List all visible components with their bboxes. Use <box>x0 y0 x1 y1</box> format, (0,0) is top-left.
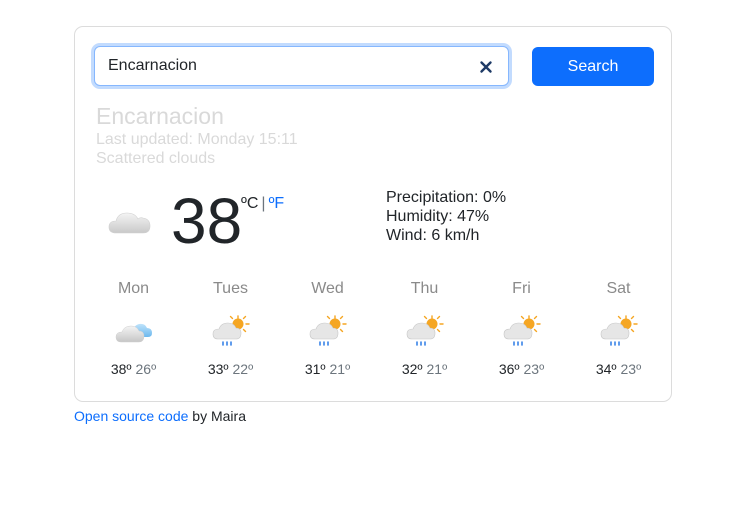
current-temperature: 38 <box>171 185 243 257</box>
search-button[interactable]: Search <box>532 47 654 86</box>
celsius-unit: ºC <box>241 195 259 212</box>
fahrenheit-link[interactable]: ºF <box>269 195 285 212</box>
rain-sun-icon <box>212 315 250 346</box>
forecast-day: Thu 32º 21º <box>376 280 473 377</box>
forecast-day: Fri 36º 23º <box>473 280 570 377</box>
scattered-clouds-icon <box>108 212 151 234</box>
forecast-max: 34º <box>595 361 617 377</box>
forecast-temps: 33º 22º <box>182 361 279 377</box>
forecast-max: 32º <box>401 361 423 377</box>
city-name: Encarnacion <box>96 103 224 129</box>
forecast-temps: 36º 23º <box>473 361 570 377</box>
rain-sun-icon <box>309 315 347 346</box>
unit-toggle: ºC | ºF <box>241 195 284 213</box>
forecast-max: 31º <box>304 361 326 377</box>
author-credit: by Maira <box>188 408 246 424</box>
forecast-day: Tues 33º 22º <box>182 280 279 377</box>
footer: Open source code by Maira <box>74 408 246 424</box>
forecast-day: Sat 34º 23º <box>570 280 667 377</box>
forecast-min: 21º <box>426 361 448 377</box>
forecast-min: 23º <box>523 361 545 377</box>
precipitation-text: Precipitation: 0% <box>386 189 507 206</box>
last-updated-text: Last updated: Monday 15:11 <box>96 131 298 148</box>
humidity-text: Humidity: 47% <box>386 208 490 225</box>
rain-sun-icon <box>406 315 444 346</box>
rain-sun-icon <box>600 315 638 346</box>
forecast-min: 22º <box>232 361 254 377</box>
forecast-temps: 31º 21º <box>279 361 376 377</box>
forecast-day-name: Tues <box>213 280 248 297</box>
forecast-min: 21º <box>329 361 351 377</box>
forecast-max: 33º <box>207 361 229 377</box>
city-search-input[interactable] <box>94 46 509 86</box>
open-source-link[interactable]: Open source code <box>74 408 188 424</box>
forecast-row: Mon 38º 26º Tues 33º 22º Wed 31º 21º Thu… <box>85 280 667 390</box>
forecast-day: Wed 31º 21º <box>279 280 376 377</box>
forecast-min: 23º <box>620 361 642 377</box>
forecast-day-name: Mon <box>117 280 150 297</box>
weather-description: Scattered clouds <box>96 150 216 167</box>
wind-text: Wind: 6 km/h <box>386 227 480 244</box>
forecast-max: 36º <box>498 361 520 377</box>
forecast-temps: 34º 23º <box>570 361 667 377</box>
clear-search-icon[interactable] <box>478 59 494 75</box>
forecast-day-name: Fri <box>512 280 531 297</box>
forecast-temps: 32º 21º <box>376 361 473 377</box>
forecast-day-name: Sat <box>606 280 631 297</box>
weather-card: Search Encarnacion Last updated: Monday … <box>74 26 672 402</box>
forecast-min: 26º <box>135 361 157 377</box>
rain-sun-icon <box>503 315 541 346</box>
forecast-day-name: Wed <box>311 280 344 297</box>
unit-separator: | <box>261 195 266 212</box>
forecast-day-name: Thu <box>410 280 439 297</box>
forecast-temps: 38º 26º <box>85 361 182 377</box>
weather-details: Precipitation: 0% Humidity: 47% Wind: 6 … <box>386 188 506 245</box>
cloud-sun-blue-icon <box>115 323 152 343</box>
forecast-day: Mon 38º 26º <box>85 280 182 377</box>
forecast-max: 38º <box>110 361 132 377</box>
